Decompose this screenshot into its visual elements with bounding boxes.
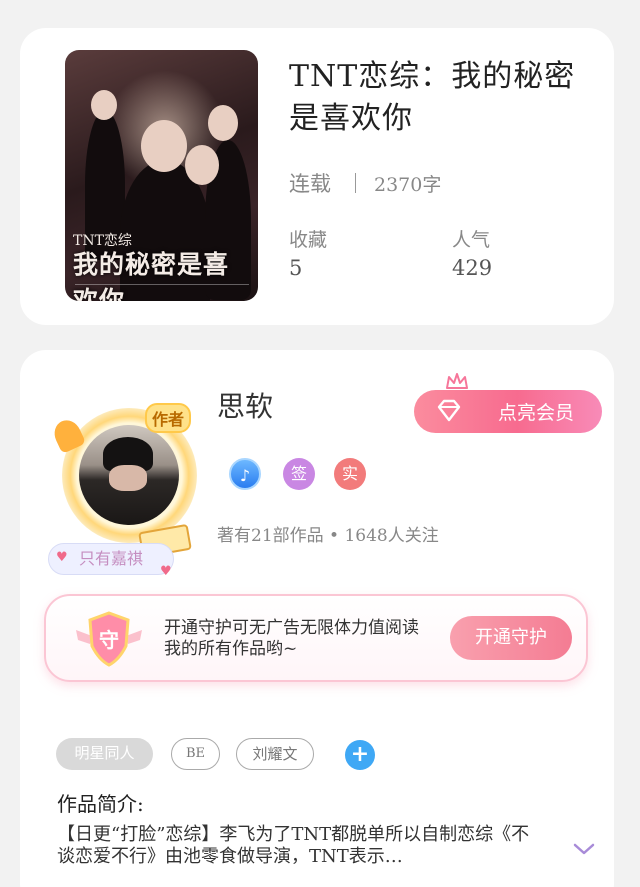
popularity-value: 429 — [452, 256, 493, 280]
add-tag-button[interactable]: + — [345, 740, 375, 770]
intro-text[interactable]: 【日更“打脸”恋综】李飞为了TNT都脱单所以自制恋综《不谈恋爱不行》由池零食做导… — [57, 824, 542, 868]
shield-icon: 守 — [76, 611, 142, 667]
book-title: TNT恋综：我的秘密是喜欢你 — [289, 59, 576, 136]
favorites-value: 5 — [289, 256, 303, 280]
favorites-label: 收藏 — [289, 229, 328, 251]
tag-chip[interactable]: BE — [171, 738, 220, 770]
author-name[interactable]: 思软 — [217, 385, 273, 425]
book-info-card: TNT恋综 我的秘密是喜欢你 TNT恋综：我的秘密是喜欢你 连载 2370字 收… — [20, 28, 614, 325]
intro-label: 作品简介: — [57, 792, 144, 816]
book-status: 连载 — [289, 172, 331, 196]
guard-text: 开通守护可无广告无限体力值阅读我的所有作品哟~ — [164, 618, 419, 659]
tag-chip[interactable]: 刘耀文 — [236, 738, 314, 770]
book-cover-image[interactable]: TNT恋综 我的秘密是喜欢你 — [65, 50, 258, 301]
cover-art-title: 我的秘密是喜欢你 — [73, 250, 230, 301]
popularity-label: 人气 — [452, 229, 491, 251]
diamond-icon — [437, 399, 461, 422]
crown-icon — [446, 373, 468, 389]
heart-icon: ♥ — [160, 564, 172, 579]
guard-banner[interactable]: 守 开通守护可无广告无限体力值阅读我的所有作品哟~ 开通守护 — [44, 594, 588, 682]
author-avatar[interactable]: 作者 — [49, 400, 202, 559]
music-note-icon[interactable]: ♪ — [229, 458, 261, 490]
vip-button[interactable]: 点亮会员 — [414, 390, 602, 433]
author-meta: 著有21部作品 • 1648人关注 — [217, 526, 439, 546]
shield-char: 守 — [99, 628, 119, 652]
tag-chip[interactable]: 明星同人 — [56, 738, 153, 770]
divider — [355, 173, 356, 193]
verified-badge[interactable]: 实 — [334, 458, 366, 490]
author-card: 作者 只有嘉祺 ♥ ♥ 思软 点亮会员 ♪ 签 实 著有21部作品 • 1648… — [20, 350, 614, 887]
chevron-down-icon[interactable] — [573, 842, 595, 856]
heart-icon: ♥ — [56, 550, 68, 565]
signed-badge[interactable]: 签 — [283, 458, 315, 490]
open-guard-button[interactable]: 开通守护 — [450, 616, 572, 660]
author-badge: 作者 — [145, 403, 191, 433]
vip-button-label: 点亮会员 — [497, 402, 574, 424]
word-count: 2370字 — [374, 174, 442, 196]
